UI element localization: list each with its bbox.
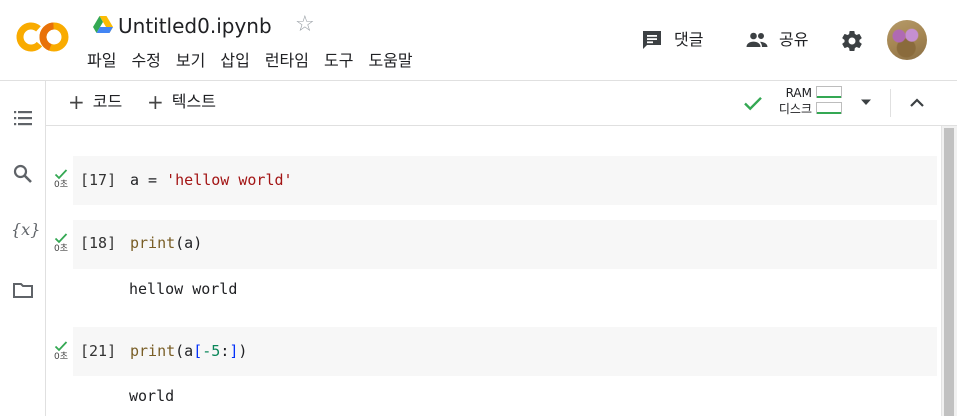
- caret-down-icon[interactable]: [858, 94, 874, 110]
- code-line[interactable]: print(a[-5:]): [130, 340, 247, 362]
- connected-check-icon[interactable]: [742, 92, 764, 114]
- cell-output: world: [129, 387, 175, 405]
- menu-view[interactable]: 보기: [176, 50, 205, 72]
- code-line[interactable]: a = 'hellow world': [130, 169, 293, 191]
- code-token-bracket: [: [193, 342, 203, 360]
- folder-icon[interactable]: [11, 278, 35, 302]
- cell-run-time: 0초: [53, 244, 68, 254]
- resource-meters[interactable]: [816, 86, 842, 118]
- menu-bar: 파일 수정 보기 삽입 런타임 도구 도움말: [87, 50, 413, 72]
- toolbar-divider: [890, 89, 891, 117]
- execution-count[interactable]: [18]: [80, 232, 116, 254]
- add-code-button[interactable]: + 코드: [68, 91, 122, 113]
- comment-button[interactable]: 댓글: [640, 28, 703, 52]
- code-token-function: print: [130, 342, 176, 360]
- plus-icon: +: [147, 90, 164, 114]
- code-token-function: print: [130, 234, 176, 252]
- comment-icon: [643, 31, 661, 49]
- disk-label: 디스크: [778, 102, 812, 116]
- code-line[interactable]: print(a): [130, 232, 202, 254]
- code-token: :: [220, 342, 230, 360]
- cell-run-time: 0초: [53, 352, 68, 362]
- code-token: (a): [175, 234, 203, 252]
- notebook-area: 0초 [17] a = 'hellow world' 0초 [18] print…: [47, 126, 941, 416]
- resource-labels[interactable]: RAM 디스크: [768, 85, 812, 117]
- app-header: Untitled0.ipynb ☆ 파일 수정 보기 삽입 런타임 도구 도움말…: [0, 0, 957, 80]
- cell-status: 0초: [50, 340, 72, 362]
- colab-logo[interactable]: [14, 20, 70, 54]
- cell-output: hellow world: [129, 280, 238, 298]
- notebook-toolbar: + 코드 + 텍스트 RAM 디스크: [46, 81, 957, 126]
- menu-tools[interactable]: 도구: [324, 50, 353, 72]
- chevron-up-icon[interactable]: [906, 92, 928, 114]
- code-cell[interactable]: [73, 220, 937, 269]
- ram-meter: [816, 86, 842, 98]
- search-icon[interactable]: [11, 162, 35, 186]
- code-token: ): [238, 342, 248, 360]
- cell-status: 0초: [50, 168, 72, 190]
- google-drive-icon[interactable]: [93, 16, 113, 34]
- gear-icon[interactable]: [840, 29, 864, 53]
- disk-meter: [816, 102, 842, 114]
- execution-count[interactable]: [17]: [80, 169, 116, 191]
- add-text-button[interactable]: + 텍스트: [147, 91, 216, 113]
- code-token: (a: [175, 342, 194, 360]
- code-token-string: 'hellow world': [166, 171, 293, 189]
- menu-help[interactable]: 도움말: [368, 50, 412, 72]
- ram-label: RAM: [785, 86, 812, 100]
- people-icon: [746, 32, 768, 47]
- user-avatar[interactable]: [887, 20, 927, 60]
- cell-status: 0초: [50, 232, 72, 254]
- menu-edit[interactable]: 수정: [131, 50, 160, 72]
- code-token: a =: [130, 171, 167, 189]
- left-sidebar: {x}: [0, 81, 46, 416]
- share-button[interactable]: 공유: [745, 28, 808, 52]
- cell-run-time: 0초: [53, 180, 68, 190]
- code-token-number: -5: [202, 342, 221, 360]
- check-icon: [54, 233, 68, 244]
- notebook-title[interactable]: Untitled0.ipynb: [118, 13, 272, 39]
- scrollbar-thumb[interactable]: [944, 128, 954, 416]
- menu-runtime[interactable]: 런타임: [265, 50, 309, 72]
- add-code-label: 코드: [92, 92, 123, 111]
- plus-icon: +: [68, 90, 85, 114]
- comment-label: 댓글: [674, 30, 704, 49]
- menu-file[interactable]: 파일: [87, 50, 116, 72]
- share-label: 공유: [779, 30, 809, 49]
- menu-insert[interactable]: 삽입: [220, 50, 249, 72]
- add-text-label: 텍스트: [171, 92, 216, 111]
- check-icon: [54, 169, 68, 180]
- execution-count[interactable]: [21]: [80, 340, 116, 362]
- table-of-contents-icon[interactable]: [11, 106, 35, 130]
- check-icon: [54, 341, 68, 352]
- variables-icon[interactable]: {x}: [11, 218, 40, 242]
- star-icon[interactable]: ☆: [295, 13, 319, 37]
